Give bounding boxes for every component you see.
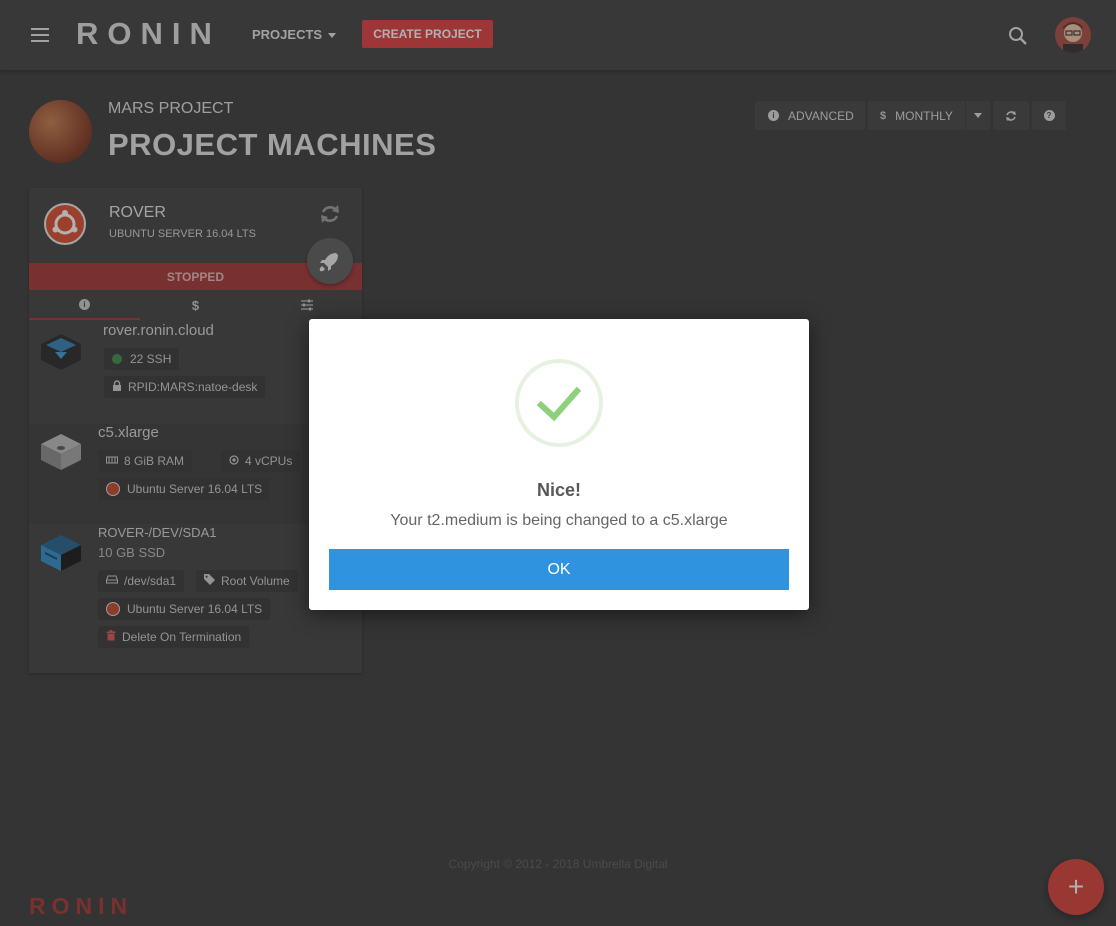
monthly-button[interactable]: $ MONTHLY <box>868 101 990 130</box>
cpu-chip: 4 vCPUs <box>221 450 301 472</box>
toolbar-divider <box>965 101 966 130</box>
machine-name: ROVER <box>109 204 166 221</box>
ram-chip: 8 GiB RAM <box>98 450 193 472</box>
brand-logo[interactable]: RONIN <box>76 16 221 52</box>
device-chip: /dev/sda1 <box>98 570 185 592</box>
ssh-chip[interactable]: 22 SSH <box>104 348 180 370</box>
drive-icon <box>106 575 118 587</box>
search-icon[interactable] <box>1008 26 1028 46</box>
project-avatar-planet <box>29 100 92 163</box>
volume-os-chip: Ubuntu Server 16.04 LTS <box>98 598 271 620</box>
instance-box-icon <box>41 434 81 470</box>
user-avatar[interactable] <box>1055 17 1091 53</box>
menu-icon[interactable] <box>31 28 49 42</box>
sync-icon[interactable] <box>319 203 341 225</box>
root-volume-chip: Root Volume <box>196 570 298 592</box>
instance-type: c5.xlarge <box>98 424 159 441</box>
info-icon: i <box>79 298 90 310</box>
caret-down-icon <box>328 33 337 39</box>
network-icon <box>41 334 81 370</box>
keypair-label: RPID:MARS:natoe-desk <box>128 380 258 394</box>
success-dialog: Nice! Your t2.medium is being changed to… <box>309 319 809 610</box>
plus-icon: + <box>1067 871 1085 902</box>
page-title: PROJECT MACHINES <box>108 127 437 162</box>
success-check-icon <box>515 359 603 447</box>
volume-name: ROVER-/DEV/SDA1 <box>98 525 217 540</box>
rocket-icon <box>319 253 338 272</box>
question-icon: ? <box>1043 110 1055 121</box>
machine-os: UBUNTU SERVER 16.04 LTS <box>109 228 256 240</box>
dialog-title: Nice! <box>536 480 581 500</box>
ssh-label: 22 SSH <box>130 352 172 366</box>
projects-dropdown[interactable]: PROJECTS <box>252 27 337 42</box>
ubuntu-icon <box>106 602 120 616</box>
tag-icon <box>204 574 215 588</box>
sliders-icon <box>300 299 313 311</box>
cpu-icon <box>229 454 239 468</box>
memory-icon <box>106 455 118 467</box>
trash-icon <box>106 630 116 644</box>
delete-label: Delete On Termination <box>122 630 242 644</box>
os-label: Ubuntu Server 16.04 LTS <box>127 482 263 496</box>
tab-cost[interactable]: $ <box>140 290 251 320</box>
dialog-message: Your t2.medium is being changed to a c5.… <box>390 512 728 529</box>
volume-size: 10 GB SSD <box>98 545 166 560</box>
add-fab-button[interactable]: + <box>1048 859 1104 915</box>
tab-settings[interactable] <box>251 290 362 320</box>
footer-logo: RONIN <box>29 893 134 919</box>
refresh-icon <box>1006 110 1016 121</box>
dollar-icon: $ <box>191 297 200 313</box>
keypair-chip[interactable]: RPID:MARS:natoe-desk <box>104 376 266 398</box>
ram-label: 8 GiB RAM <box>124 454 185 468</box>
ubuntu-icon <box>44 203 86 245</box>
volume-os-label: Ubuntu Server 16.04 LTS <box>127 602 263 616</box>
advanced-label: ADVANCED <box>788 108 854 123</box>
host-name: rover.ronin.cloud <box>103 322 214 339</box>
os-chip: Ubuntu Server 16.04 LTS <box>98 478 271 500</box>
help-button[interactable]: ? <box>1032 101 1066 130</box>
cpu-label: 4 vCPUs <box>245 454 293 468</box>
copyright-text: Copyright © 2012 - 2018 Umbrella Digital <box>448 857 668 871</box>
root-volume-label: Root Volume <box>221 574 290 588</box>
advanced-button[interactable]: i ADVANCED <box>755 101 865 130</box>
info-icon: i <box>768 110 779 121</box>
project-name: MARS PROJECT <box>108 100 234 117</box>
ok-button[interactable]: OK <box>329 549 789 590</box>
delete-on-termination-chip: Delete On Termination <box>98 626 250 648</box>
monthly-label: MONTHLY <box>895 108 953 123</box>
volume-disk-icon <box>41 535 81 571</box>
top-bar: RONIN PROJECTS CREATE PROJECT <box>0 0 1116 70</box>
tab-info[interactable]: i <box>29 290 140 320</box>
create-project-button[interactable]: CREATE PROJECT <box>362 20 493 48</box>
billing-period-caret-icon[interactable] <box>974 113 982 118</box>
dollar-icon: $ <box>880 109 887 122</box>
projects-label: PROJECTS <box>252 27 323 42</box>
launch-button[interactable] <box>307 238 353 284</box>
machine-tabs: i $ <box>29 290 362 320</box>
ubuntu-icon <box>106 482 120 496</box>
lock-icon <box>112 380 122 394</box>
refresh-button[interactable] <box>993 101 1029 130</box>
device-label: /dev/sda1 <box>124 574 177 588</box>
status-dot-icon <box>112 354 122 364</box>
